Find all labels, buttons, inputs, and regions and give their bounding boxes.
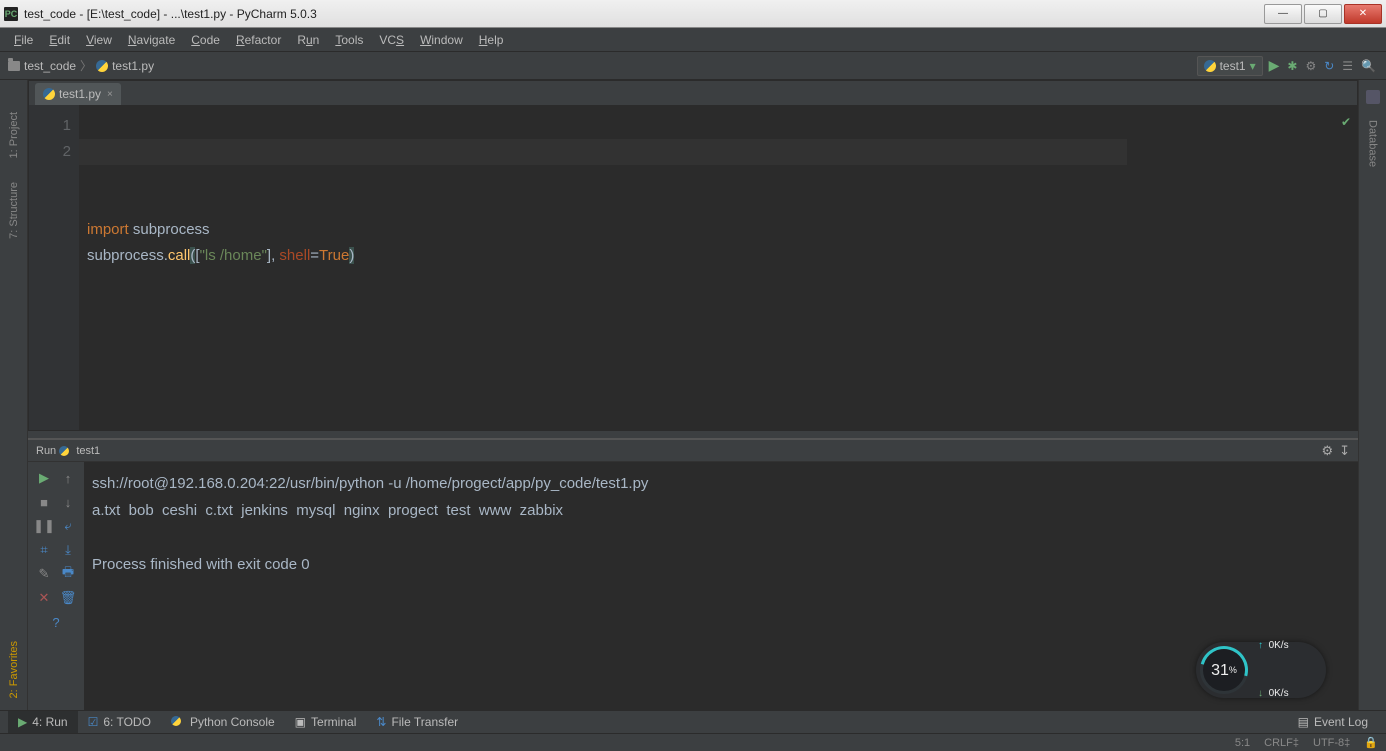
- close-button[interactable]: ✕: [1344, 4, 1382, 24]
- status-bar: 5:1 CRLF‡ UTF-8‡ 🔒: [0, 733, 1386, 751]
- scroll-up-button[interactable]: ↑: [58, 468, 78, 488]
- coverage-button[interactable]: ⚙: [1303, 57, 1318, 75]
- folder-icon: [8, 61, 20, 71]
- maximize-button[interactable]: ▢: [1304, 4, 1342, 24]
- python-file-icon: [96, 60, 108, 72]
- breadcrumb-file: test1.py: [112, 59, 154, 73]
- menu-view[interactable]: View: [78, 31, 120, 49]
- editor-tab[interactable]: test1.py ×: [35, 83, 121, 105]
- terminal-icon: ▣: [295, 715, 306, 729]
- play-icon: ▶: [18, 715, 27, 729]
- database-icon: [1366, 90, 1380, 104]
- todo-tool-button[interactable]: ☑6: TODO: [78, 711, 161, 733]
- commit-button[interactable]: ☰: [1340, 57, 1355, 75]
- python-icon: [1204, 60, 1216, 72]
- search-everywhere-button[interactable]: 🔍: [1359, 57, 1378, 75]
- run-config-name: test1: [1220, 59, 1246, 73]
- debug-button[interactable]: ✱: [1285, 57, 1299, 75]
- chevron-right-icon: 〉: [80, 57, 92, 74]
- python-icon: [171, 715, 185, 729]
- code-editor[interactable]: 12 ✔ import subprocess subprocess.call([…: [29, 105, 1357, 430]
- breadcrumb-root: test_code: [24, 59, 76, 73]
- window-titlebar: PC test_code - [E:\test_code] - ...\test…: [0, 0, 1386, 28]
- right-tool-stripe: Database: [1358, 80, 1386, 710]
- run-config-dropdown[interactable]: test1 ▾: [1197, 56, 1263, 76]
- editor-area: test1.py × 12 ✔ import subprocess subpro…: [28, 80, 1358, 431]
- chevron-down-icon: ▾: [1250, 59, 1256, 73]
- log-icon: ▤: [1298, 715, 1309, 729]
- code-content[interactable]: ✔ import subprocess subprocess.call(["ls…: [79, 105, 1357, 430]
- menu-file[interactable]: File: [6, 31, 41, 49]
- tab-label: test1.py: [59, 87, 101, 101]
- menu-edit[interactable]: Edit: [41, 31, 78, 49]
- transfer-icon: ⇅: [376, 715, 386, 729]
- menu-tools[interactable]: Tools: [327, 31, 371, 49]
- close-run-button[interactable]: ✕: [34, 588, 54, 608]
- menu-window[interactable]: Window: [412, 31, 471, 49]
- rerun-button[interactable]: ▶: [34, 468, 54, 488]
- project-tool-tab[interactable]: 1: Project: [8, 112, 20, 158]
- event-log-button[interactable]: ▤Event Log: [1288, 711, 1378, 733]
- python-icon: [59, 446, 69, 456]
- app-icon: PC: [4, 7, 18, 21]
- python-console-button[interactable]: Python Console: [161, 711, 285, 733]
- line-separator[interactable]: CRLF‡: [1264, 737, 1299, 749]
- run-header-name: test1: [76, 445, 100, 457]
- bottom-tool-strip: ▶4: Run ☑6: TODO Python Console ▣Termina…: [0, 710, 1386, 733]
- run-header: Run test1 ⚙ ↧: [28, 440, 1358, 462]
- menu-code[interactable]: Code: [183, 31, 228, 49]
- speed-gauge: 31%: [1200, 646, 1248, 694]
- navigation-bar: test_code 〉 test1.py test1 ▾ ▶ ✱ ⚙ ↻ ☰ 🔍: [0, 52, 1386, 80]
- download-icon: ↓: [1258, 688, 1263, 699]
- close-tab-icon[interactable]: ×: [107, 89, 113, 100]
- print-button[interactable]: 🖶: [58, 564, 78, 584]
- file-encoding[interactable]: UTF-8‡: [1313, 737, 1350, 749]
- run-tool-button[interactable]: ▶4: Run: [8, 711, 78, 733]
- minimize-button[interactable]: —: [1264, 4, 1302, 24]
- lock-icon[interactable]: 🔒: [1364, 736, 1378, 749]
- pin-button[interactable]: ✎: [34, 564, 54, 584]
- editor-tabbar: test1.py ×: [29, 81, 1357, 105]
- menu-refactor[interactable]: Refactor: [228, 31, 289, 49]
- menu-run[interactable]: Run: [289, 31, 327, 49]
- minimize-panel-icon[interactable]: ↧: [1339, 443, 1350, 459]
- menu-vcs[interactable]: VCS: [371, 31, 412, 49]
- structure-tool-tab[interactable]: 7: Structure: [8, 182, 20, 239]
- terminal-button[interactable]: ▣Terminal: [285, 711, 367, 733]
- clear-button[interactable]: 🗑: [58, 588, 78, 608]
- menu-navigate[interactable]: Navigate: [120, 31, 183, 49]
- left-tool-stripe: 1: Project 7: Structure 2: Favorites: [0, 80, 28, 710]
- favorites-tool-tab[interactable]: 2: Favorites: [8, 641, 20, 698]
- run-console-output[interactable]: ssh://root@192.168.0.204:22/usr/bin/pyth…: [84, 462, 1358, 710]
- run-header-title: Run: [36, 445, 56, 457]
- breadcrumb[interactable]: test_code 〉 test1.py: [8, 57, 154, 74]
- scroll-to-end-button[interactable]: ⤓: [58, 540, 78, 560]
- inspection-ok-icon: ✔: [1341, 109, 1351, 135]
- network-speed-widget[interactable]: 31% ↑ 0K/s ↓ 0K/s: [1196, 642, 1326, 698]
- dump-threads-button[interactable]: ⌗: [34, 540, 54, 560]
- window-title: test_code - [E:\test_code] - ...\test1.p…: [24, 7, 317, 21]
- gear-icon[interactable]: ⚙: [1321, 443, 1333, 459]
- line-gutter: 12: [29, 105, 79, 430]
- run-toolbar: ▶ ↑ ■ ↓ ❚❚ ⤶ ⌗ ⤓ ✎ 🖶 ✕ 🗑: [28, 462, 84, 710]
- update-button[interactable]: ↻: [1322, 57, 1336, 75]
- speed-percent: 31: [1211, 657, 1229, 684]
- pause-button[interactable]: ❚❚: [34, 516, 54, 536]
- help-button[interactable]: ?: [46, 612, 66, 632]
- menu-help[interactable]: Help: [471, 31, 512, 49]
- menu-bar: File Edit View Navigate Code Refactor Ru…: [0, 28, 1386, 52]
- cursor-position[interactable]: 5:1: [1235, 737, 1250, 749]
- todo-icon: ☑: [88, 715, 99, 729]
- run-tool-window: Run test1 ⚙ ↧ ▶ ↑ ■ ↓ ❚❚ ⤶ ⌗ ⤓: [28, 438, 1358, 710]
- soft-wrap-button[interactable]: ⤶: [58, 516, 78, 536]
- run-button[interactable]: ▶: [1267, 55, 1282, 76]
- stop-button[interactable]: ■: [34, 492, 54, 512]
- file-transfer-button[interactable]: ⇅File Transfer: [366, 711, 468, 733]
- database-tool-tab[interactable]: Database: [1367, 120, 1379, 167]
- upload-icon: ↑: [1258, 640, 1263, 651]
- scroll-down-button[interactable]: ↓: [58, 492, 78, 512]
- python-file-icon: [43, 88, 55, 100]
